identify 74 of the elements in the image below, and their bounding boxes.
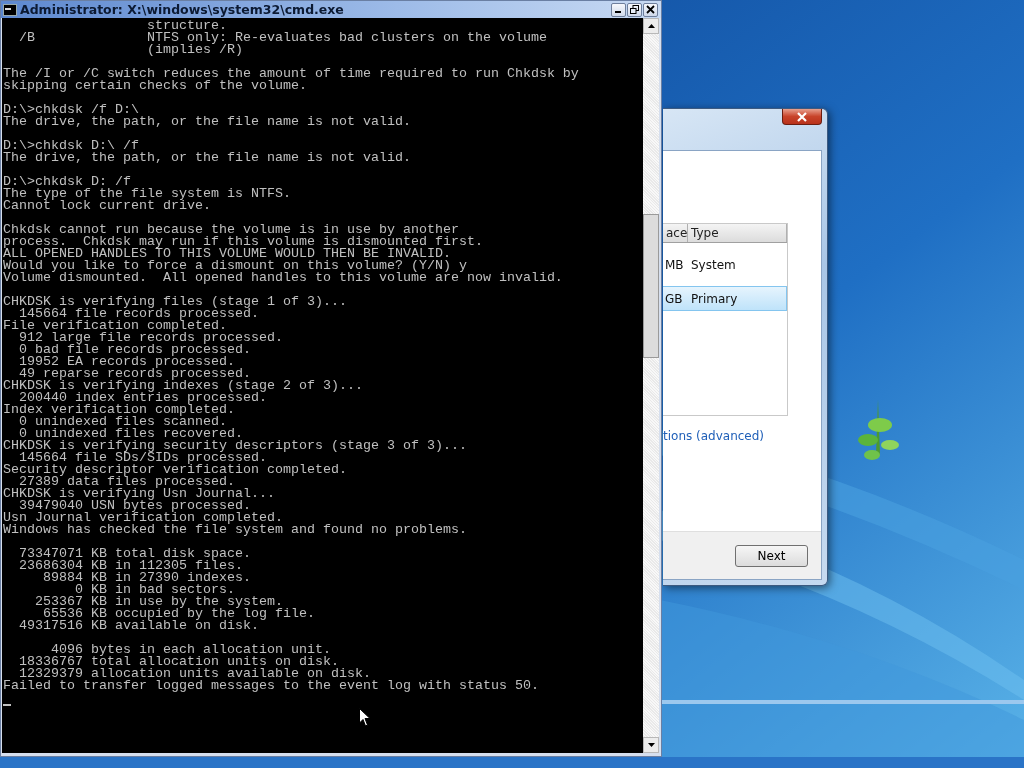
console-line: ALL OPENED HANDLES TO THIS VOLUME WOULD THEN BE INVALID. bbox=[3, 248, 451, 260]
console-line: 89884 KB in 27390 indexes. bbox=[42, 572, 251, 584]
console-line: 0 unindexed files scanned. bbox=[18, 416, 227, 428]
console-line: 49317516 KB available on disk. bbox=[18, 620, 259, 632]
console-line: File verification completed. bbox=[3, 320, 227, 332]
console-line: 27389 data files processed. bbox=[19, 476, 235, 488]
close-button[interactable] bbox=[643, 2, 658, 17]
console-line: CHKDSK is verifying security descriptors (stage 3 of 3)... bbox=[3, 440, 467, 452]
table-cell-text: GB bbox=[664, 291, 684, 306]
restore-button[interactable] bbox=[627, 2, 642, 17]
console-line: Volume dismounted. All opened handles to this volume are now invalid. bbox=[3, 272, 563, 284]
scroll-up-button[interactable] bbox=[643, 18, 659, 34]
console-line: 912 large file records processed. bbox=[18, 332, 283, 344]
console-line: Chkdsk cannot run because the volume is in use by another bbox=[3, 224, 459, 236]
console-line: 39479040 USN bytes processed. bbox=[19, 500, 251, 512]
console-line: Cannot lock current drive. bbox=[3, 200, 211, 212]
console-line: Usn Journal verification completed. bbox=[3, 512, 283, 524]
console-line: /B NTFS only: Re-evaluates bad clusters on the volume bbox=[18, 32, 547, 44]
console-line: 65536 KB occupied by the log file. bbox=[43, 608, 315, 620]
console-line: Index verification completed. bbox=[3, 404, 235, 416]
console-line: D:\>chkdsk /f D:\ bbox=[3, 104, 139, 116]
console-line: The /I or /C switch reduces the amount of time required to run Chkdsk by bbox=[3, 68, 579, 80]
down-arrow-icon bbox=[647, 743, 655, 747]
console-line: (implies /R) bbox=[145, 44, 243, 56]
up-arrow-icon bbox=[647, 24, 655, 28]
console-line: 253367 KB in use by the system. bbox=[34, 596, 283, 608]
console-line: CHKDSK is verifying Usn Journal... bbox=[3, 488, 275, 500]
console-line: 145664 file SDs/SIDs processed. bbox=[19, 452, 267, 464]
console-line: 4096 bytes in each allocation unit. bbox=[51, 644, 331, 656]
console-line: The drive, the path, or the file name is not valid. bbox=[3, 116, 411, 128]
console-line: 145664 file records processed. bbox=[19, 308, 259, 320]
console-line: Security descriptor verification completed. bbox=[3, 464, 347, 476]
console-line: process. Chkdsk may run if this volume is dismounted first. bbox=[3, 236, 483, 248]
console-line: Would you like to force a dismount on this volume? (Y/N) y bbox=[3, 260, 467, 272]
mouse-pointer-icon bbox=[359, 708, 371, 727]
console-line: 19952 EA records processed. bbox=[18, 356, 235, 368]
console-line: D:\>chkdsk D:\ /f bbox=[3, 140, 139, 152]
column-header[interactable]: ace bbox=[663, 224, 688, 242]
console-line: D:\>chkdsk D: /f bbox=[3, 176, 131, 188]
console-line: The drive, the path, or the file name is not valid. bbox=[3, 152, 411, 164]
console-line: 49 reparse records processed. bbox=[19, 368, 251, 380]
console-line: structure. bbox=[145, 20, 227, 32]
close-button[interactable] bbox=[782, 109, 822, 125]
console-line: 18336767 total allocation units on disk. bbox=[18, 656, 339, 668]
table-cell-text: MB bbox=[664, 257, 685, 272]
console-line: 0 unindexed files recovered. bbox=[19, 428, 243, 440]
minimize-button[interactable] bbox=[611, 2, 626, 17]
scrollbar-thumb[interactable] bbox=[643, 214, 659, 358]
next-button[interactable]: Next bbox=[735, 544, 808, 567]
window-title: Administrator: X:\windows\system32\cmd.exe bbox=[20, 2, 345, 17]
console-line: 73347071 KB total disk space. bbox=[18, 548, 251, 560]
table-cell-text: System bbox=[690, 257, 737, 272]
column-header[interactable]: Type bbox=[688, 224, 787, 242]
console-line: 12329379 allocation units available on disk. bbox=[19, 668, 371, 680]
close-icon bbox=[646, 5, 655, 14]
console-line: 200440 index entries processed. bbox=[19, 392, 267, 404]
console-line: CHKDSK is verifying indexes (stage 2 of 3)... bbox=[3, 380, 363, 392]
console-icon bbox=[3, 3, 17, 16]
options-link[interactable]: tions (advanced) bbox=[663, 429, 765, 443]
restore-icon bbox=[630, 5, 639, 14]
table-cell-text: Primary bbox=[690, 291, 739, 306]
scroll-down-button[interactable] bbox=[643, 737, 659, 753]
partition-row[interactable]: MB System bbox=[663, 253, 787, 276]
console-line: Failed to transfer logged messages to the event log with status 50. bbox=[3, 680, 539, 692]
text-cursor bbox=[3, 704, 11, 706]
console-line: CHKDSK is verifying files (stage 1 of 3)... bbox=[3, 296, 347, 308]
console-line: skipping certain checks of the volume. bbox=[3, 80, 307, 92]
console-line: 23686304 KB in 112305 files. bbox=[18, 560, 243, 572]
console-line: 0 KB in bad sectors. bbox=[74, 584, 235, 596]
console-line: The type of the file system is NTFS. bbox=[3, 188, 291, 200]
console-line: 0 bad file records processed. bbox=[18, 344, 251, 356]
console-line: Windows has checked the file system and found no problems. bbox=[3, 524, 467, 536]
partition-row[interactable]: GB Primary bbox=[663, 286, 787, 311]
close-icon bbox=[796, 111, 808, 122]
